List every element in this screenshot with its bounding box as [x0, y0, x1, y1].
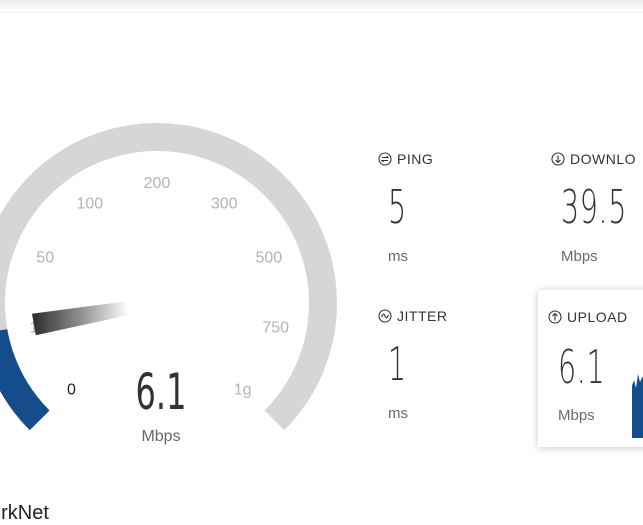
speed-unit: Mbps: [141, 428, 180, 445]
gauge-scale-label: 1g: [234, 382, 252, 399]
gauge-scale-label: 750: [262, 320, 289, 337]
speed-gauge: 010501002003005007501g 6.1 Mbps: [0, 123, 337, 445]
ping-label: PING: [378, 151, 433, 167]
gauge-needle: [32, 301, 129, 336]
upload-arrow-icon: [548, 310, 562, 324]
download-arrow-icon: [551, 152, 565, 166]
upload-unit: Mbps: [558, 407, 595, 424]
ping-unit: ms: [388, 248, 408, 265]
ping-value: 5: [388, 180, 407, 234]
jitter-value: 1: [388, 337, 407, 391]
gauge-scale-label: 200: [144, 175, 171, 192]
upload-value: 6.1: [558, 340, 606, 394]
download-value: 39.5: [561, 180, 627, 234]
upload-label: UPLOAD: [548, 309, 628, 325]
ping-icon: [378, 152, 392, 166]
speed-value: 6.1: [136, 363, 187, 421]
provider-name: urkNet: [0, 502, 49, 524]
download-label: DOWNLO: [551, 151, 636, 167]
gauge-scale-label: 300: [211, 195, 238, 212]
jitter-wave-icon: [378, 309, 392, 323]
gauge-scale-label: 100: [76, 195, 103, 212]
gauge-scale-label: 0: [67, 382, 76, 399]
upload-graph: [632, 374, 643, 438]
gauge-scale-label: 500: [255, 250, 282, 267]
gauge-scale-label: 50: [36, 250, 54, 267]
upload-label-text: UPLOAD: [567, 309, 628, 325]
gauge-fill: [0, 328, 50, 431]
ping-label-text: PING: [397, 151, 434, 167]
download-unit: Mbps: [561, 248, 598, 265]
jitter-label: JITTER: [378, 308, 447, 324]
jitter-unit: ms: [388, 405, 408, 422]
jitter-label-text: JITTER: [397, 308, 448, 324]
download-label-text: DOWNLO: [570, 151, 636, 167]
